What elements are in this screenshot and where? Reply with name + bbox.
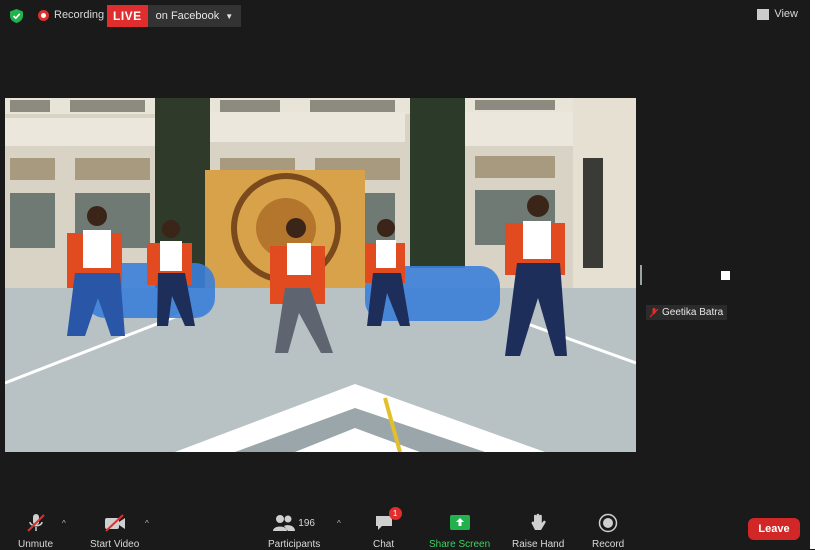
building-band-mid (210, 112, 405, 142)
mic-off-icon (650, 307, 658, 317)
live-destination: on Facebook ▼ (147, 5, 242, 27)
participants-label: Participants (268, 539, 321, 550)
meeting-controls: Unmute ^ Start Video ^ 196 Participants … (0, 505, 810, 550)
participants-button[interactable]: 196 Participants (268, 513, 320, 550)
raise-hand-icon (531, 513, 546, 530)
recording-label: Recording (54, 9, 105, 21)
recording-indicator[interactable]: Recording (38, 9, 104, 21)
unmute-label: Unmute (18, 539, 54, 550)
caret-down-icon[interactable]: ▼ (225, 12, 233, 21)
view-grid-icon (757, 8, 770, 20)
side-divider (640, 265, 642, 285)
unmute-button[interactable]: Unmute (18, 513, 53, 550)
share-screen-label: Share Screen (429, 539, 491, 550)
share-screen-icon (449, 515, 470, 530)
record-button[interactable]: Record (592, 513, 624, 550)
chat-label: Chat (373, 539, 395, 550)
participants-icon (273, 515, 296, 531)
top-bar: Recording LIVE on Facebook ▼ View (0, 0, 810, 32)
building-band-right (465, 112, 575, 146)
record-label: Record (592, 539, 625, 550)
video-off-icon (104, 514, 125, 532)
participant-placeholder (721, 271, 730, 280)
record-dot-icon (38, 9, 49, 21)
chat-button[interactable]: 1 Chat (373, 507, 402, 550)
live-stream-status[interactable]: LIVE on Facebook ▼ (107, 5, 242, 27)
raise-hand-label: Raise Hand (512, 539, 565, 550)
video-options-chevron[interactable]: ^ (145, 519, 149, 528)
live-destination-label: on Facebook (155, 10, 220, 22)
start-video-button[interactable]: Start Video (90, 513, 139, 550)
video-frame (5, 98, 636, 452)
chat-unread-badge: 1 (388, 507, 402, 520)
participant-name-tag: Geetika Batra (646, 305, 728, 320)
audio-options-chevron[interactable]: ^ (62, 519, 66, 528)
shared-video[interactable] (5, 98, 636, 452)
greenery-right (410, 98, 465, 268)
view-label: View (774, 8, 798, 20)
record-icon (598, 513, 618, 533)
mic-off-icon (26, 514, 45, 532)
share-screen-button[interactable]: Share Screen (429, 513, 490, 550)
participant-name: Geetika Batra (662, 307, 724, 318)
live-badge: LIVE (107, 5, 148, 27)
participants-count: 196 (298, 517, 315, 529)
leave-button[interactable]: Leave (748, 518, 800, 540)
start-video-label: Start Video (90, 539, 140, 550)
building-corner (573, 98, 636, 298)
building-band-left (5, 118, 155, 146)
meeting-window: Recording LIVE on Facebook ▼ View Geetik… (0, 0, 810, 550)
shield-check-icon[interactable] (10, 9, 23, 23)
raise-hand-button[interactable]: Raise Hand (512, 513, 564, 550)
view-button[interactable]: View (757, 8, 798, 20)
participants-options-chevron[interactable]: ^ (337, 519, 341, 528)
doorway (583, 158, 603, 268)
window-edge (810, 0, 815, 549)
